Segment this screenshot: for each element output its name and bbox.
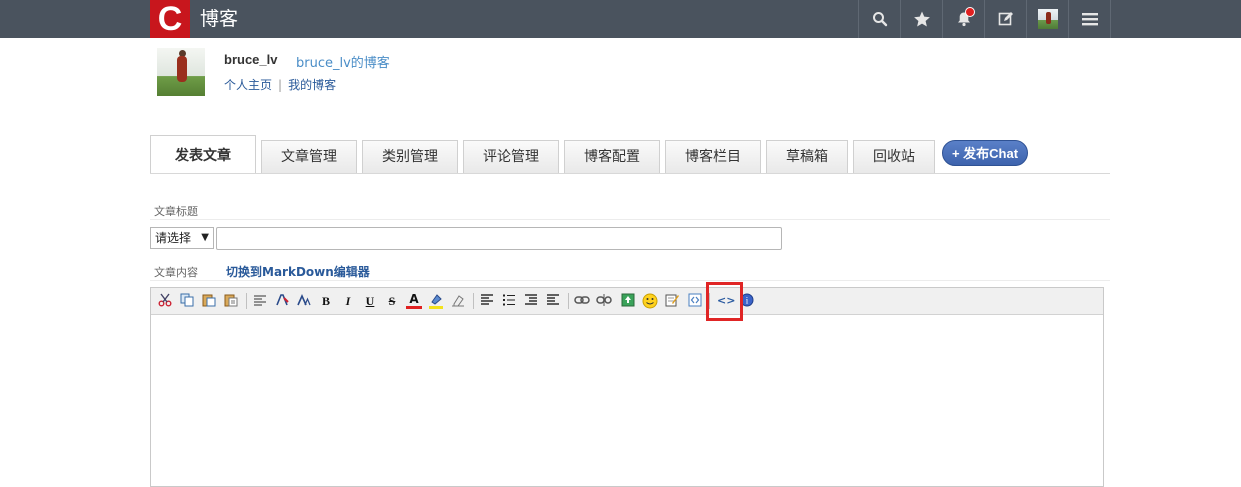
tab-publish-article[interactable]: 发表文章 — [150, 135, 256, 174]
link-personal-home[interactable]: 个人主页 — [224, 78, 272, 92]
profile-links: 个人主页 | 我的博客 — [224, 76, 336, 93]
paste-text-icon[interactable] — [223, 293, 239, 309]
toolbar-separator — [568, 293, 569, 309]
font-format-icon[interactable] — [252, 293, 268, 309]
align-icon[interactable] — [479, 293, 495, 309]
emoji-icon[interactable] — [642, 293, 658, 309]
outdent-icon[interactable] — [545, 293, 561, 309]
navbar-icons — [858, 0, 1111, 38]
link-icon[interactable] — [574, 293, 590, 309]
divider — [150, 280, 1110, 281]
edit-icon[interactable] — [984, 0, 1026, 38]
tab-recycle-bin[interactable]: 回收站 — [853, 140, 935, 173]
search-icon[interactable] — [858, 0, 900, 38]
article-content-label: 文章内容 — [154, 266, 198, 279]
article-type-select[interactable]: 请选择 ▼ — [150, 227, 214, 249]
csdn-logo[interactable]: C — [150, 0, 190, 38]
menu-icon[interactable] — [1068, 0, 1111, 38]
cut-icon[interactable] — [157, 293, 173, 309]
copy-icon[interactable] — [179, 293, 195, 309]
text-color-icon[interactable]: A — [406, 293, 422, 309]
profile-blog-name[interactable]: bruce_lv的博客 — [296, 52, 390, 71]
bell-icon[interactable] — [942, 0, 984, 38]
tab-blog-config[interactable]: 博客配置 — [564, 140, 660, 173]
italic-icon[interactable]: I — [340, 293, 356, 309]
article-title-label: 文章标题 — [154, 205, 198, 218]
tab-drafts[interactable]: 草稿箱 — [766, 140, 848, 173]
image-upload-icon[interactable] — [620, 293, 636, 309]
tab-blog-columns[interactable]: 博客栏目 — [665, 140, 761, 173]
app-title[interactable]: 博客 — [200, 0, 238, 38]
notification-dot — [965, 7, 975, 17]
profile-avatar[interactable] — [157, 48, 205, 96]
tab-category-management[interactable]: 类别管理 — [362, 140, 458, 173]
font-color-icon[interactable] — [274, 293, 290, 309]
list-icon[interactable] — [501, 293, 517, 309]
publish-chat-button[interactable]: + 发布Chat — [942, 140, 1028, 166]
chevron-down-icon: ▼ — [201, 232, 209, 243]
profile-username[interactable]: bruce_lv — [224, 52, 277, 67]
toolbar-separator — [473, 293, 474, 309]
paste-icon[interactable] — [201, 293, 217, 309]
rich-text-editor[interactable]: B I U S A <> i — [150, 287, 1104, 487]
top-navbar: C 博客 — [0, 0, 1241, 38]
background-color-icon[interactable] — [428, 293, 444, 309]
user-avatar[interactable] — [1026, 0, 1068, 38]
tabs-divider — [150, 173, 1110, 174]
divider — [150, 219, 1110, 220]
underline-icon[interactable]: U — [362, 293, 378, 309]
article-title-input[interactable] — [216, 227, 782, 250]
avatar — [1037, 9, 1058, 29]
highlight-box — [706, 282, 743, 321]
tab-comment-management[interactable]: 评论管理 — [463, 140, 559, 173]
indent-icon[interactable] — [523, 293, 539, 309]
star-icon[interactable] — [900, 0, 942, 38]
insert-code-icon[interactable] — [687, 293, 703, 309]
toolbar-separator — [246, 293, 247, 309]
editor-toolbar: B I U S A <> i — [151, 288, 1103, 315]
switch-markdown-link[interactable]: 切换到MarkDown编辑器 — [226, 263, 370, 280]
unlink-icon[interactable] — [596, 293, 612, 309]
link-my-blog[interactable]: 我的博客 — [288, 78, 336, 92]
strikethrough-icon[interactable]: S — [384, 293, 400, 309]
font-size-icon[interactable] — [296, 293, 312, 309]
link-separator: | — [278, 78, 283, 92]
bold-icon[interactable]: B — [318, 293, 334, 309]
tab-article-management[interactable]: 文章管理 — [261, 140, 357, 173]
edit-html-icon[interactable] — [664, 293, 680, 309]
article-type-value: 请选择 — [155, 231, 192, 245]
clear-format-icon[interactable] — [450, 293, 466, 309]
